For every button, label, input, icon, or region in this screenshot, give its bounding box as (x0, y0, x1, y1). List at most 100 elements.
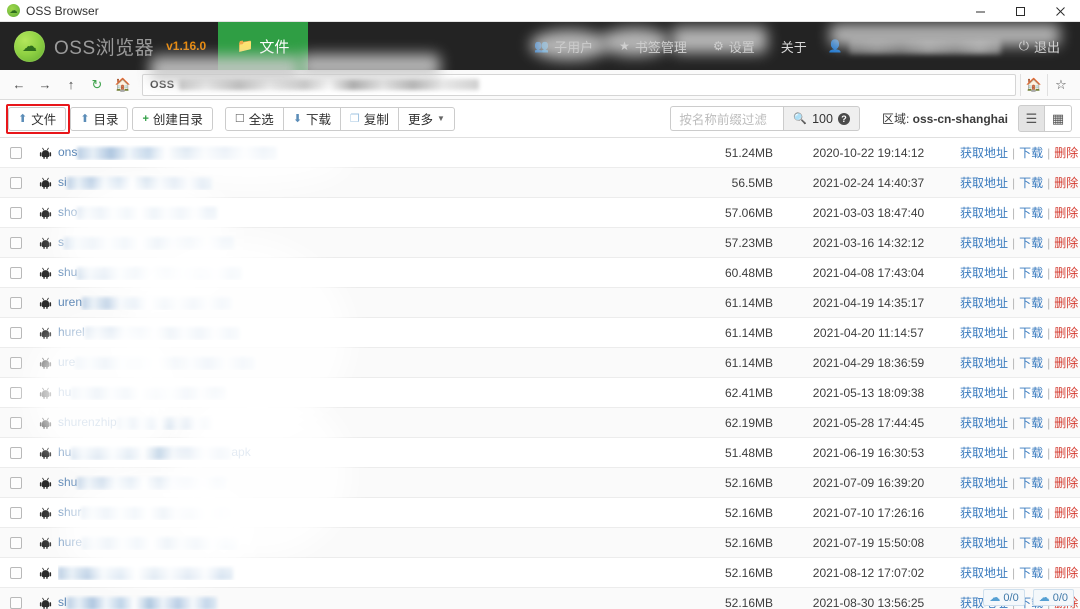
file-name-cell[interactable]: hure (58, 535, 671, 550)
download-link[interactable]: 下载 (1019, 204, 1043, 221)
copy-button[interactable]: ❐ 复制 (341, 106, 399, 131)
file-name-cell[interactable]: shu (58, 475, 671, 490)
search-input[interactable]: 按名称前缀过滤 (670, 106, 784, 131)
row-checkbox[interactable] (10, 236, 22, 249)
get-url-link[interactable]: 获取地址 (960, 384, 1008, 401)
table-row[interactable]: s 57.23MB 2021-03-16 14:32:12 获取地址 | 下载 | 删除 (0, 228, 1080, 258)
row-checkbox[interactable] (10, 206, 22, 219)
row-checkbox-cell[interactable] (0, 326, 32, 339)
grid-view-icon[interactable]: ▦ (1045, 105, 1072, 132)
file-name-cell[interactable]: hu apk (58, 445, 671, 460)
row-checkbox-cell[interactable] (0, 176, 32, 189)
delete-link[interactable]: 删除 (1054, 264, 1078, 281)
bookmark-button[interactable]: ☆ (1047, 73, 1074, 96)
table-row[interactable]: shu 52.16MB 2021-07-09 16:39:20 获取地址 | 下载 | 删除 (0, 468, 1080, 498)
row-checkbox[interactable] (10, 416, 22, 429)
get-url-link[interactable]: 获取地址 (960, 564, 1008, 581)
file-name-cell[interactable]: shu (58, 265, 671, 280)
delete-link[interactable]: 删除 (1054, 534, 1078, 551)
up-button[interactable]: ↑ (58, 74, 84, 96)
table-row[interactable]: shu 60.48MB 2021-04-08 17:43:04 获取地址 | 下载 | 删除 (0, 258, 1080, 288)
table-row[interactable]: hu apk 51.48MB 2021-06-19 16:30:53 获取地址 | 下载 | 删… (0, 438, 1080, 468)
row-checkbox[interactable] (10, 176, 22, 189)
home-button[interactable]: 🏠 (110, 74, 136, 96)
row-checkbox[interactable] (10, 146, 22, 159)
file-name-cell[interactable]: hurel (58, 325, 671, 340)
download-link[interactable]: 下载 (1019, 444, 1043, 461)
download-link[interactable]: 下载 (1019, 264, 1043, 281)
file-name-cell[interactable]: ons (58, 145, 671, 160)
delete-link[interactable]: 删除 (1054, 414, 1078, 431)
upload-folder-button[interactable]: ⬆ 目录 (70, 106, 129, 131)
delete-link[interactable]: 删除 (1054, 444, 1078, 461)
file-name-cell[interactable]: hu (58, 385, 671, 400)
user-account[interactable]: 👤 (820, 38, 1009, 54)
table-row[interactable]: shur 52.16MB 2021-07-10 17:26:16 获取地址 | 下载 | 删除 (0, 498, 1080, 528)
download-link[interactable]: 下载 (1019, 144, 1043, 161)
table-row[interactable]: si 56.5MB 2021-02-24 14:40:37 获取地址 | 下载 | 删除 (0, 168, 1080, 198)
get-url-link[interactable]: 获取地址 (960, 474, 1008, 491)
delete-link[interactable]: 删除 (1054, 144, 1078, 161)
select-all-button[interactable]: ☐ 全选 (224, 106, 284, 131)
maximize-button[interactable] (1000, 0, 1040, 22)
get-url-link[interactable]: 获取地址 (960, 354, 1008, 371)
row-checkbox-cell[interactable] (0, 146, 32, 159)
row-checkbox-cell[interactable] (0, 236, 32, 249)
nav-item-settings[interactable]: ⚙ 设置 (700, 22, 768, 70)
refresh-button[interactable]: ↻ (84, 74, 110, 96)
row-checkbox-cell[interactable] (0, 206, 32, 219)
download-link[interactable]: 下载 (1019, 474, 1043, 491)
back-button[interactable]: ← (6, 74, 32, 96)
minimize-button[interactable] (960, 0, 1000, 22)
table-row[interactable]: 52.16MB 2021-08-12 17:07:02 获取地址 | 下载 | 删除 (0, 558, 1080, 588)
row-checkbox[interactable] (10, 446, 22, 459)
nav-item-subusers[interactable]: 👥 子用户 (521, 22, 606, 70)
get-url-link[interactable]: 获取地址 (960, 204, 1008, 221)
row-checkbox-cell[interactable] (0, 446, 32, 459)
file-name-cell[interactable]: ure (58, 355, 671, 370)
nav-item-bookmarks[interactable]: ★ 书签管理 (606, 22, 700, 70)
row-checkbox[interactable] (10, 386, 22, 399)
download-status[interactable]: ☁ 0/0 (1032, 589, 1074, 606)
delete-link[interactable]: 删除 (1054, 564, 1078, 581)
help-icon[interactable]: ? (837, 112, 850, 125)
file-name-cell[interactable]: si (58, 175, 671, 190)
create-folder-button[interactable]: + 创建目录 (132, 106, 213, 131)
table-row[interactable]: ure 61.14MB 2021-04-29 18:36:59 获取地址 | 下载 | 删除 (0, 348, 1080, 378)
delete-link[interactable]: 删除 (1054, 474, 1078, 491)
row-checkbox-cell[interactable] (0, 566, 32, 579)
row-checkbox-cell[interactable] (0, 536, 32, 549)
file-name-cell[interactable]: sho (58, 205, 671, 220)
file-name-cell[interactable]: shurenzhip (58, 415, 671, 430)
delete-link[interactable]: 删除 (1054, 234, 1078, 251)
row-checkbox[interactable] (10, 596, 22, 609)
download-link[interactable]: 下载 (1019, 354, 1043, 371)
table-row[interactable]: shurenzhip 62.19MB 2021-05-28 17:44:45 获取地址… (0, 408, 1080, 438)
row-checkbox[interactable] (10, 296, 22, 309)
download-link[interactable]: 下载 (1019, 324, 1043, 341)
row-checkbox-cell[interactable] (0, 416, 32, 429)
row-checkbox[interactable] (10, 326, 22, 339)
get-url-link[interactable]: 获取地址 (960, 414, 1008, 431)
row-checkbox-cell[interactable] (0, 386, 32, 399)
home-shortcut-button[interactable]: 🏠 (1020, 73, 1047, 96)
search-button[interactable]: 🔍 100 ? (783, 106, 860, 131)
table-row[interactable]: hure 52.16MB 2021-07-19 15:50:08 获取地址 | 下载 | 删除 (0, 528, 1080, 558)
row-checkbox[interactable] (10, 506, 22, 519)
table-row[interactable]: uren 61.14MB 2021-04-19 14:35:17 获取地址 | 下载 | 删除 (0, 288, 1080, 318)
row-checkbox[interactable] (10, 536, 22, 549)
delete-link[interactable]: 删除 (1054, 204, 1078, 221)
row-checkbox[interactable] (10, 476, 22, 489)
row-checkbox-cell[interactable] (0, 506, 32, 519)
logout-button[interactable]: ⏻ 退出 (1009, 37, 1070, 56)
download-link[interactable]: 下载 (1019, 294, 1043, 311)
upload-status[interactable]: ☁ 0/0 (983, 589, 1025, 606)
get-url-link[interactable]: 获取地址 (960, 504, 1008, 521)
delete-link[interactable]: 删除 (1054, 294, 1078, 311)
upload-file-button[interactable]: ⬆ 文件 (8, 106, 67, 131)
download-link[interactable]: 下载 (1019, 384, 1043, 401)
row-checkbox-cell[interactable] (0, 356, 32, 369)
get-url-link[interactable]: 获取地址 (960, 444, 1008, 461)
get-url-link[interactable]: 获取地址 (960, 264, 1008, 281)
table-row[interactable]: ons 51.24MB 2020-10-22 19:14:12 获取地址 | 下载 | 删除 (0, 138, 1080, 168)
